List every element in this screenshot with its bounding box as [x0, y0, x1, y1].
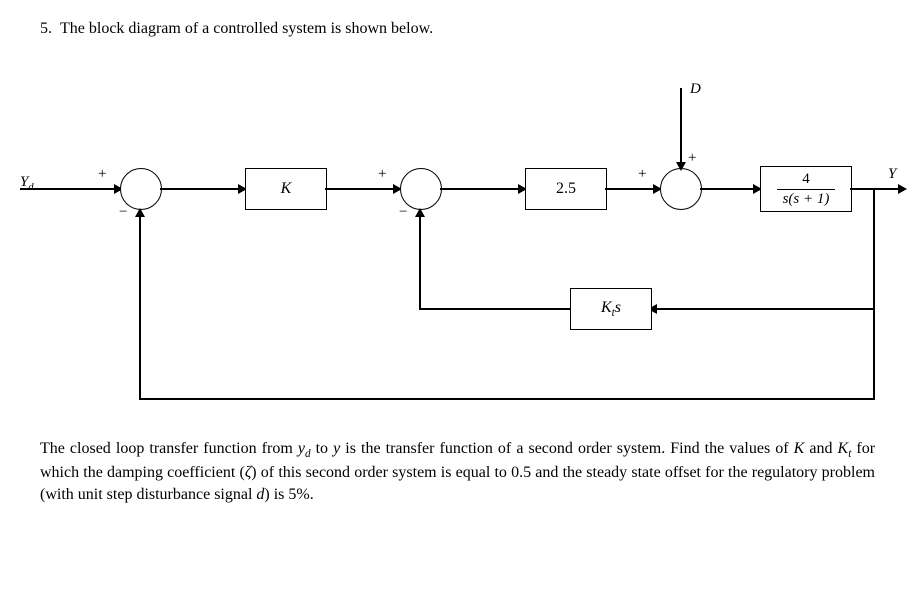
- plant-block: 4 s(s + 1): [760, 166, 852, 212]
- wire-outer-fb-up: [139, 213, 141, 399]
- arrow-d-s3: [676, 162, 686, 171]
- problem-statement: The block diagram of a controlled system…: [60, 20, 875, 38]
- sign-s3-plus-left: +: [638, 166, 646, 183]
- sign-s2-minus: −: [399, 204, 407, 221]
- q-part3: is the transfer function of a second ord…: [340, 440, 793, 457]
- plant-num: 4: [777, 172, 836, 189]
- problem-header: 5. The block diagram of a controlled sys…: [40, 20, 875, 38]
- wire-outer-fb-down: [873, 308, 875, 399]
- problem-number: 5.: [40, 20, 52, 38]
- controller-label: K: [281, 180, 292, 198]
- output-label: Y: [888, 166, 896, 183]
- controller-block: K: [245, 168, 327, 210]
- wire-s1-k: [160, 188, 240, 190]
- inner-feedback-block: Kts: [570, 288, 652, 330]
- q-yd: y: [298, 440, 305, 457]
- q-part1: The closed loop transfer function from: [40, 440, 298, 457]
- q-part2: to: [311, 440, 334, 457]
- kts-label: Kts: [601, 299, 621, 319]
- sign-s1-plus: +: [98, 166, 106, 183]
- gain-block: 2.5: [525, 168, 607, 210]
- sign-s3-plus-top: +: [688, 150, 696, 167]
- wire-in-ref: [20, 188, 115, 190]
- problem-body: The closed loop transfer function from y…: [40, 438, 875, 505]
- q-Kt: K: [838, 440, 849, 457]
- wire-k-s2: [325, 188, 395, 190]
- q-part7: ) is 5%.: [264, 486, 313, 503]
- q-part4: and: [804, 440, 837, 457]
- gain-label: 2.5: [556, 180, 576, 198]
- plant-denom: s(s + 1): [777, 189, 836, 207]
- arrow-outer-fb-into-s1: [135, 208, 145, 217]
- wire-g25-s3: [605, 188, 655, 190]
- wire-plant-out: [850, 188, 900, 190]
- wire-d-s3: [680, 88, 682, 166]
- block-diagram: Yd + − K + − 2.5 +: [20, 68, 900, 418]
- wire-inner-fb-left2: [419, 308, 570, 310]
- disturbance-label: D: [690, 81, 701, 98]
- plant-tf: 4 s(s + 1): [777, 172, 836, 207]
- wire-s2-g25: [440, 188, 520, 190]
- sign-s2-plus: +: [378, 166, 386, 183]
- arrow-inner-fb-into-s2: [415, 208, 425, 217]
- wire-inner-fb-down: [873, 188, 875, 309]
- wire-s3-plant: [700, 188, 755, 190]
- wire-outer-fb-left: [139, 398, 875, 400]
- q-K: K: [794, 440, 805, 457]
- wire-inner-fb-left1: [655, 308, 875, 310]
- wire-inner-fb-up: [419, 213, 421, 309]
- sign-s1-minus: −: [119, 204, 127, 221]
- reference-label: Yd: [20, 174, 34, 193]
- arrow-out-y: [898, 184, 907, 194]
- summing-junction-3: [660, 168, 702, 210]
